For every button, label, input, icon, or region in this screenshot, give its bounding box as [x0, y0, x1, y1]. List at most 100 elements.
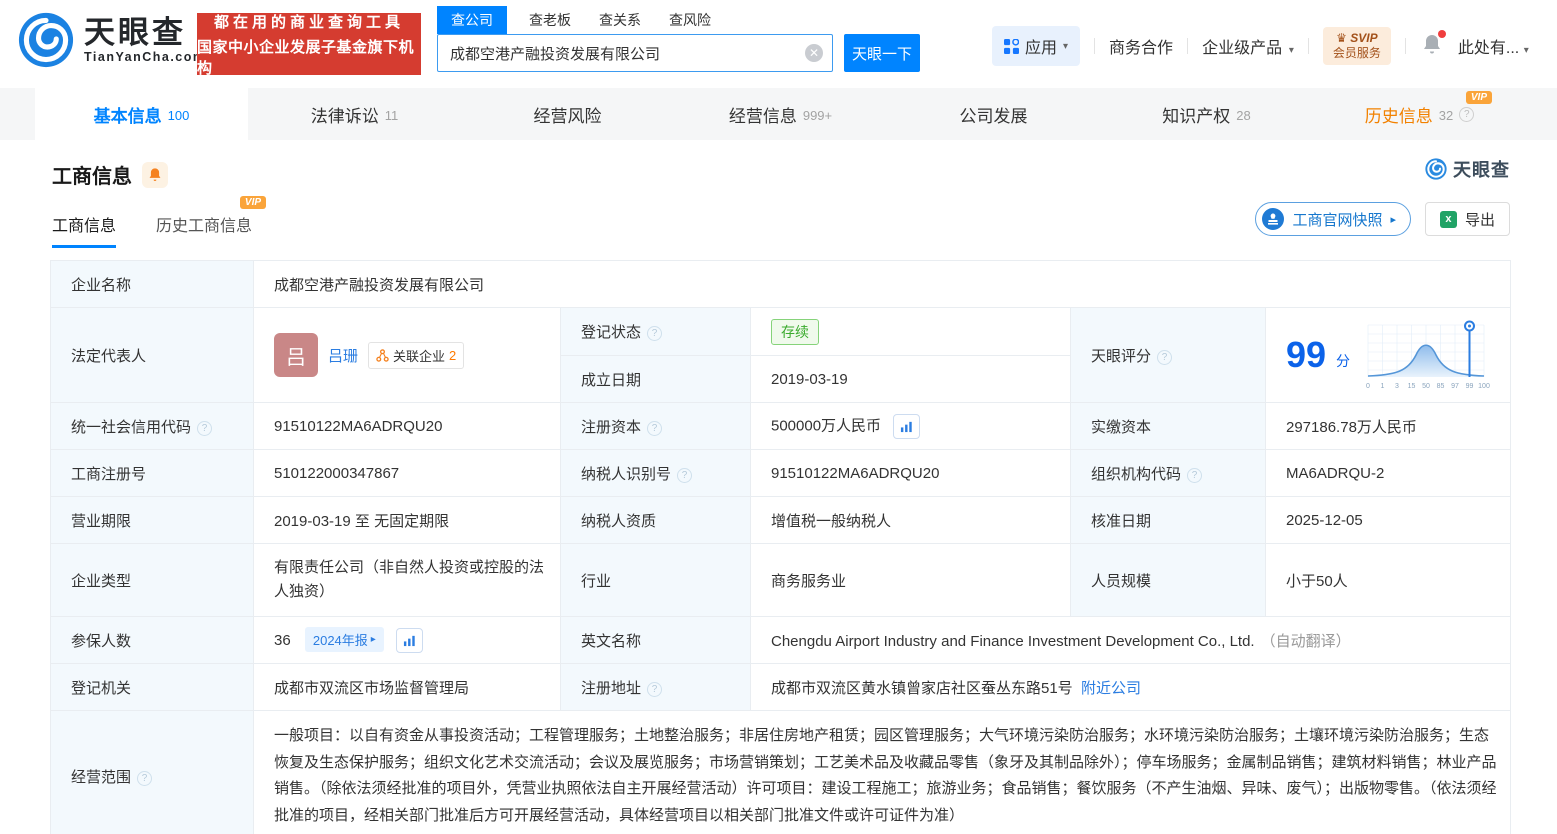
snapshot-label: 工商官网快照	[1292, 211, 1383, 229]
nav-divider	[1404, 38, 1406, 54]
tab-basic-info[interactable]: 基本信息 100	[35, 88, 248, 140]
help-icon[interactable]: ?	[647, 681, 663, 697]
vip-badge: VIP	[239, 196, 267, 209]
score-value: 99	[1286, 334, 1327, 375]
reg-status-value: 存续	[750, 307, 1071, 356]
tab-count: 11	[384, 107, 399, 123]
tab-label: 法律诉讼	[310, 106, 379, 126]
tianyancha-logo-icon	[18, 12, 74, 68]
monitor-bell-icon[interactable]	[142, 161, 168, 188]
svip-label: ♛ SVIP	[1336, 31, 1378, 45]
watermark-text: 天眼查	[1453, 160, 1510, 180]
export-button[interactable]: x 导出	[1424, 202, 1510, 236]
search-row: ✕ 天眼一下	[437, 34, 937, 72]
related-companies-badge[interactable]: 关联企业 2	[368, 341, 465, 369]
tab-operating-risk[interactable]: 经营风险	[461, 88, 674, 140]
tab-label: 经营信息	[728, 106, 797, 126]
enterprise-caret-icon: ▾	[1286, 45, 1294, 56]
slogan-line2: 国家中小企业发展子基金旗下机构	[197, 38, 415, 77]
help-icon[interactable]: ?	[1157, 349, 1173, 365]
reg-authority-value: 成都市双流区市场监督管理局	[253, 663, 561, 711]
stamp-icon	[1262, 208, 1285, 230]
capital-chart-icon[interactable]	[893, 413, 921, 439]
nav-enterprise-products[interactable]: 企业级产品 ▾	[1202, 34, 1294, 58]
related-count: 2	[449, 347, 457, 363]
subtabs: 工商信息 VIP 历史工商信息	[52, 196, 267, 248]
arrow-right-icon: ▸	[1390, 213, 1396, 226]
vip-badge: VIP	[1465, 91, 1492, 104]
brand-domain: TianYanCha.com	[84, 50, 206, 64]
score-label: 天眼评分?	[1070, 307, 1266, 403]
company-type-value: 有限责任公司（非自然人投资或控股的法人独资）	[253, 543, 561, 617]
svg-text:100: 100	[1478, 383, 1490, 390]
tab-legal[interactable]: 法律诉讼 11	[248, 88, 461, 140]
account-menu[interactable]: 此处有... ▾	[1458, 34, 1529, 58]
site-logo[interactable]: 天眼查 TianYanCha.com	[18, 12, 206, 68]
svg-text:0: 0	[1366, 383, 1370, 390]
help-icon[interactable]: ?	[1187, 467, 1203, 483]
svg-text:1: 1	[1381, 383, 1385, 390]
svg-text:99: 99	[1466, 383, 1474, 390]
legal-rep-name-link[interactable]: 吕珊	[328, 345, 358, 366]
help-icon[interactable]: ?	[137, 770, 153, 786]
search-tab-boss[interactable]: 查老板	[529, 6, 571, 34]
status-badge: 存续	[771, 318, 819, 345]
reg-no-value: 510122000347867	[253, 449, 561, 497]
tab-label: 经营风险	[533, 106, 602, 126]
annual-report-badge[interactable]: 2024年报 ▸	[304, 626, 384, 652]
tab-history-info[interactable]: VIP 历史信息 32 ?	[1313, 88, 1526, 140]
legal-rep-avatar[interactable]: 吕	[274, 333, 318, 377]
credit-code-label: 统一社会信用代码?	[50, 402, 254, 450]
svg-text:85: 85	[1437, 383, 1445, 390]
section-title: 工商信息	[52, 166, 132, 188]
svg-text:3: 3	[1395, 383, 1399, 390]
brand-slogan-banner: 都在用的商业查询工具 国家中小企业发展子基金旗下机构	[197, 13, 421, 77]
help-icon[interactable]: ?	[647, 326, 663, 341]
score-unit: 分	[1336, 353, 1351, 369]
top-right-nav: 应用 ▾ 商务合作 企业级产品 ▾ ♛ SVIP 会员服务 此处有... ▾	[992, 26, 1529, 66]
score-distribution-chart: 0 1 3 15 50 85 97 99 100	[1366, 320, 1490, 390]
tab-operating-info[interactable]: 经营信息 999+	[674, 88, 887, 140]
insured-chart-icon[interactable]	[395, 628, 423, 654]
clear-search-icon[interactable]: ✕	[805, 44, 823, 62]
insured-count-value: 36 2024年报 ▸	[253, 616, 561, 664]
establish-date-value: 2019-03-19	[750, 355, 1071, 403]
apps-menu[interactable]: 应用 ▾	[992, 26, 1081, 66]
member-service-label: 会员服务	[1332, 46, 1381, 60]
search-input[interactable]	[437, 34, 833, 72]
search-tab-risk[interactable]: 查风险	[669, 6, 711, 34]
tab-intellectual-property[interactable]: 知识产权 28	[1100, 88, 1313, 140]
official-snapshot-button[interactable]: 工商官网快照 ▸	[1255, 202, 1411, 236]
top-header: 天眼查 TianYanCha.com 都在用的商业查询工具 国家中小企业发展子基…	[0, 0, 1557, 88]
svip-member-service[interactable]: ♛ SVIP 会员服务	[1322, 27, 1391, 65]
score-cell: 99 分 0 1 3 15 50 85 97 99 100	[1264, 307, 1512, 403]
notification-bell[interactable]	[1422, 29, 1446, 60]
company-name-value: 成都空港产融投资发展有限公司	[252, 260, 1512, 308]
related-label: 关联企业	[393, 348, 446, 364]
excel-icon: x	[1439, 210, 1457, 228]
paid-capital-label: 实缴资本	[1070, 402, 1266, 450]
account-caret-icon: ▾	[1523, 45, 1529, 56]
help-icon[interactable]: ?	[647, 420, 663, 436]
org-code-value: MA6ADRQU-2	[1264, 449, 1512, 497]
reg-capital-value: 500000万人民币	[750, 402, 1071, 450]
subtab-history-business-info[interactable]: VIP 历史工商信息	[156, 196, 267, 248]
search-tab-company[interactable]: 查公司	[437, 6, 507, 34]
help-icon[interactable]: ?	[197, 420, 213, 436]
taxpayer-quality-label: 纳税人资质	[560, 496, 751, 544]
nav-business-coop[interactable]: 商务合作	[1109, 34, 1173, 58]
help-icon[interactable]: ?	[1459, 106, 1475, 122]
nav-divider	[1307, 38, 1309, 54]
approve-date-value: 2025-12-05	[1264, 496, 1512, 544]
business-scope-label: 经营范围?	[50, 710, 254, 834]
tab-label: 知识产权	[1162, 106, 1231, 126]
svg-text:15: 15	[1408, 383, 1416, 390]
tab-company-development[interactable]: 公司发展	[887, 88, 1100, 140]
nearby-companies-link[interactable]: 附近公司	[1081, 680, 1141, 697]
apps-label: 应用	[1025, 40, 1058, 57]
subtab-business-info[interactable]: 工商信息	[52, 212, 117, 248]
help-icon[interactable]: ?	[677, 467, 693, 483]
search-tab-relation[interactable]: 查关系	[599, 6, 641, 34]
svg-text:97: 97	[1451, 383, 1459, 390]
search-button[interactable]: 天眼一下	[844, 34, 920, 72]
